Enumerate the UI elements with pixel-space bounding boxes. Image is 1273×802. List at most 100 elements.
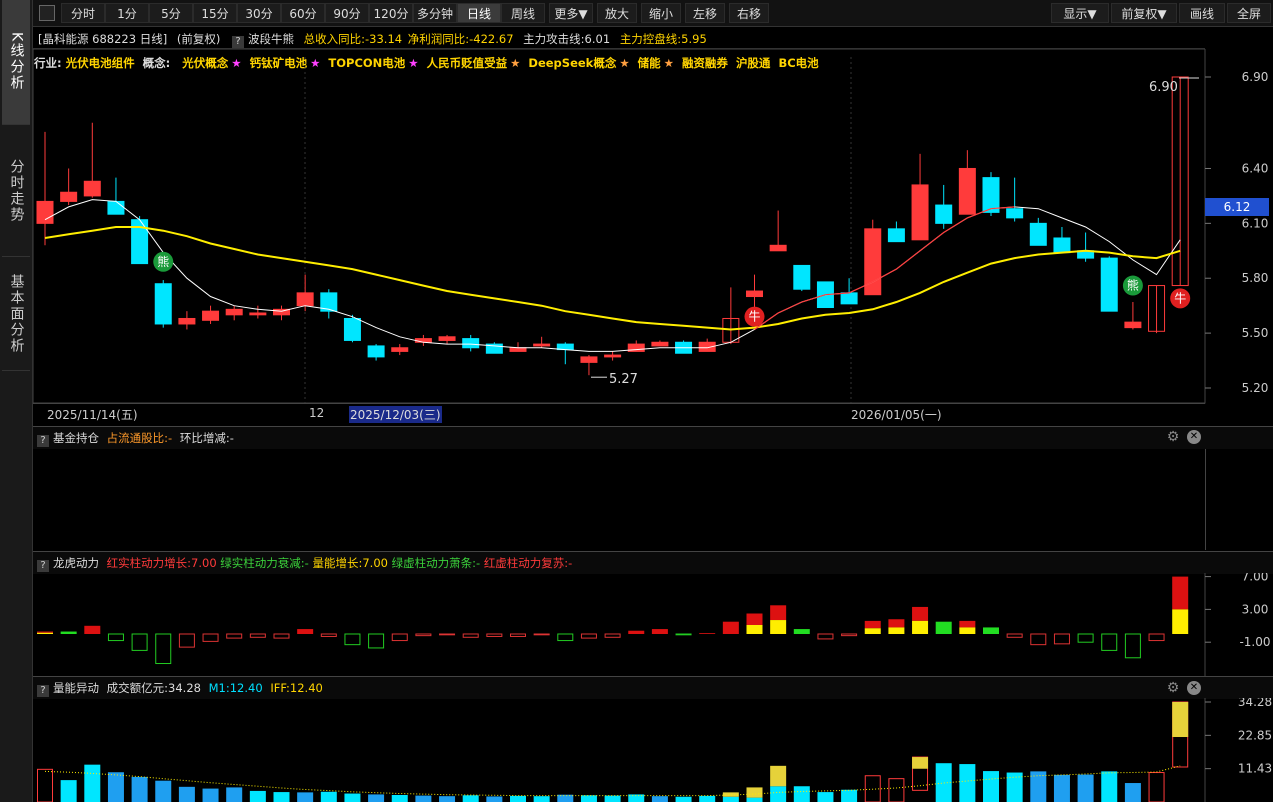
help-icon[interactable]: ? [37, 685, 49, 697]
volume-bar [983, 771, 999, 802]
dragon-bar-yellow [912, 620, 929, 634]
volume-bar-hollow [37, 768, 53, 802]
help-icon[interactable]: ? [231, 36, 244, 48]
period-button[interactable]: 左移 [685, 3, 725, 23]
toolbar-right-button[interactable]: 显示▼ [1051, 3, 1109, 23]
candle-body [1006, 208, 1024, 219]
dragon-bar-hollow [462, 633, 479, 638]
period-button[interactable]: 60分 [281, 3, 325, 23]
period-button[interactable]: 5分 [149, 3, 193, 23]
close-icon[interactable]: ✕ [1187, 681, 1201, 695]
volume-bar [746, 797, 763, 802]
dragon-bar [983, 627, 999, 634]
volume-bar [1006, 772, 1023, 802]
dragon-bar-yellow [959, 627, 976, 634]
volume-bar [297, 792, 314, 802]
period-button[interactable]: 分时 [61, 3, 105, 23]
high-price-label: 6.90 [1149, 80, 1178, 95]
signal-marker: 牛 [744, 306, 765, 327]
period-button[interactable]: 120分 [369, 3, 413, 23]
date-axis: 2025/11/14(五) 12 2025/12/03(三) 2026/01/0… [33, 403, 1205, 426]
volume-bar [486, 796, 503, 802]
dragon-bar-yellow [1172, 609, 1189, 634]
candle-body [60, 191, 78, 202]
dragon-bar-hollow [510, 633, 526, 637]
left-sidebar: K线分析 分时走势 基本面分析 [0, 0, 33, 802]
close-icon[interactable]: ✕ [1187, 430, 1201, 444]
period-button[interactable]: 放大 [597, 3, 637, 23]
help-icon[interactable]: ? [37, 560, 49, 572]
marker-text: 牛 [748, 309, 760, 324]
marker-text: 熊 [1127, 278, 1139, 293]
period-button[interactable]: 90分 [325, 3, 369, 23]
volume-chart[interactable]: 34.28 22.85 11.43 [33, 698, 1273, 802]
dragon-bar [746, 613, 763, 625]
candle-body [982, 177, 1000, 213]
volume-bar [415, 795, 432, 802]
price-axis-label: 6.40 [1242, 161, 1269, 175]
candle-body [296, 292, 314, 307]
axis-label: 11.43 [1238, 762, 1272, 776]
candle-body [343, 317, 361, 341]
stock-info-bar: [晶科能源 688223 日线] (前复权) ? 波段牛熊 总收入同比:-33.1… [38, 31, 707, 48]
volume-bar [793, 786, 810, 802]
volume-bar [651, 796, 668, 802]
dragon-bar [84, 625, 101, 634]
sidebar-tab-timeshare[interactable]: 分时走势 [2, 126, 30, 257]
candle-body [1124, 321, 1142, 329]
period-button[interactable]: 多分钟 [413, 3, 457, 23]
volume-bar [817, 792, 834, 802]
volume-m1: M1:12.40 [208, 681, 263, 695]
grid-toggle-icon[interactable] [39, 5, 55, 21]
price-axis-label: 6.10 [1242, 216, 1269, 230]
candle-body [1053, 237, 1071, 254]
dragon-volume-growth: 量能增长:7.00 [312, 556, 388, 570]
dragon-title: 龙虎动力 [53, 556, 99, 570]
date-label-selected: 2025/12/03(三) [349, 406, 442, 423]
attack-line-value: 主力攻击线:6.01 [523, 32, 611, 46]
volume-bar [344, 793, 361, 802]
volume-bar [841, 789, 858, 802]
period-button[interactable]: 更多▼ [549, 3, 593, 23]
candle-body [911, 184, 929, 241]
dragon-chart[interactable]: 7.00 3.00 -1.00 [33, 573, 1273, 676]
dragon-bar-hollow [533, 633, 550, 636]
dragon-bar [912, 606, 929, 621]
volume-bar [107, 772, 124, 802]
period-button[interactable]: 1分 [105, 3, 149, 23]
candle-body [83, 180, 101, 197]
candle-body [887, 228, 905, 243]
volume-bar [557, 794, 574, 802]
toolbar-right-button[interactable]: 全屏 [1227, 3, 1271, 23]
volume-bar [935, 763, 952, 802]
sidebar-tab-kline[interactable]: K线分析 [2, 0, 30, 125]
chart-frame [33, 49, 1206, 404]
candle-body [462, 338, 480, 349]
settings-gear-icon[interactable]: ⚙ [1166, 430, 1180, 444]
axis-label: 3.00 [1242, 602, 1269, 616]
dragon-bar-hollow [178, 633, 195, 648]
volume-bar [770, 786, 787, 802]
volume-bar [722, 796, 739, 802]
candle-body [935, 204, 953, 224]
candle-body [178, 317, 196, 325]
toolbar-right-button[interactable]: 前复权▼ [1111, 3, 1177, 23]
volume-bar-yellow [722, 792, 739, 797]
dragon-bar-hollow [415, 633, 432, 637]
profit-yoy: 净利润同比:-422.67 [407, 32, 514, 46]
period-button[interactable]: 日线 [457, 3, 501, 23]
period-button[interactable]: 右移 [729, 3, 769, 23]
help-icon[interactable]: ? [37, 435, 49, 447]
sidebar-tab-fundamentals[interactable]: 基本面分析 [2, 258, 30, 371]
kline-chart[interactable]: 6.90 6.40 6.10 5.80 5.50 5.20 6.90 5.27 熊牛 熊牛 [33, 49, 1273, 426]
dragon-bar-hollow [1006, 633, 1023, 638]
period-button[interactable]: 周线 [501, 3, 545, 23]
dragon-green-solid: 绿实柱动力衰减:- [220, 556, 309, 570]
volume-bar [320, 791, 337, 802]
volume-bar [368, 794, 385, 802]
settings-gear-icon[interactable]: ⚙ [1166, 681, 1180, 695]
period-button[interactable]: 15分 [193, 3, 237, 23]
toolbar-right-button[interactable]: 画线 [1179, 3, 1225, 23]
period-button[interactable]: 缩小 [641, 3, 681, 23]
period-button[interactable]: 30分 [237, 3, 281, 23]
